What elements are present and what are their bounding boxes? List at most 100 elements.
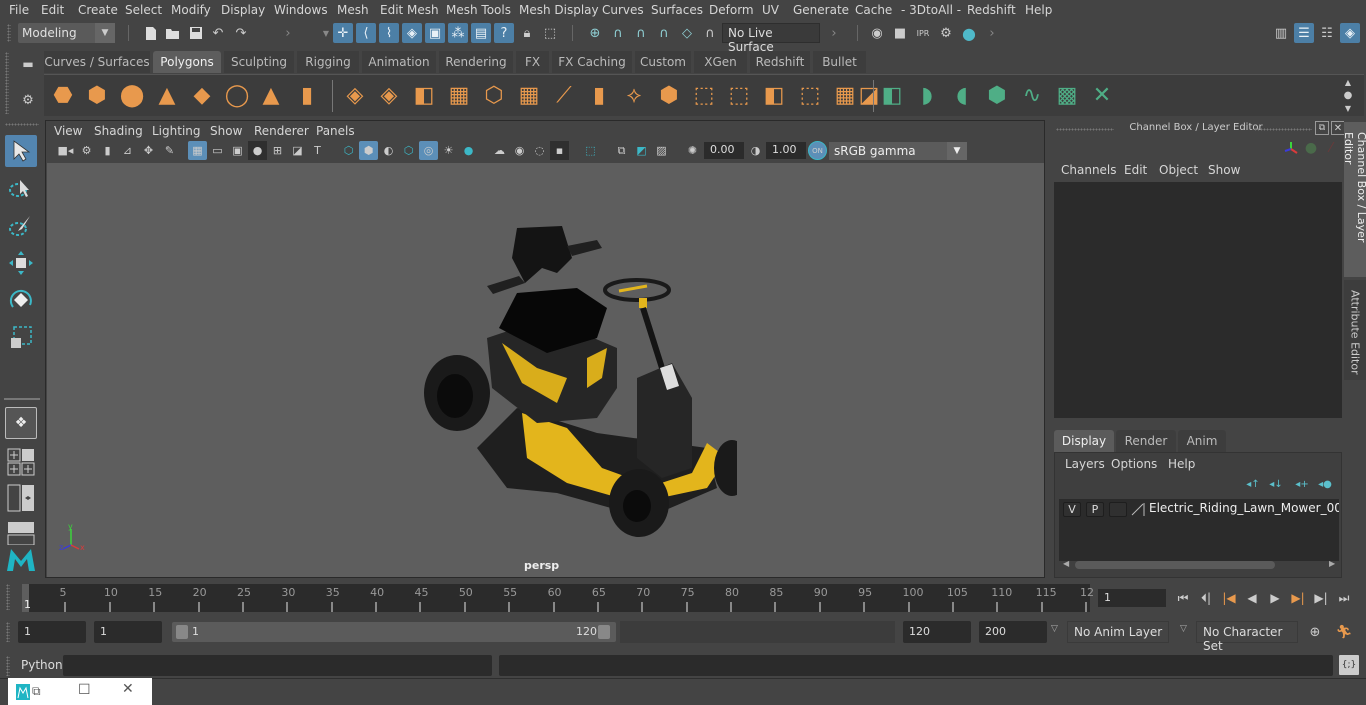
- menu-mesh-tools[interactable]: Mesh Tools: [446, 3, 511, 17]
- make-hole-icon[interactable]: ◧: [759, 80, 789, 110]
- new-scene-icon[interactable]: [141, 23, 161, 43]
- rotate-tool-icon[interactable]: [5, 284, 37, 316]
- range-grip[interactable]: [6, 622, 10, 642]
- go-to-start-icon[interactable]: ⏮: [1173, 588, 1193, 608]
- scroll-right-icon[interactable]: ▶: [1329, 559, 1335, 568]
- shelf-tab-polygons[interactable]: Polygons: [153, 51, 221, 73]
- select-by-hierarchy-icon[interactable]: ✛: [333, 23, 353, 43]
- cylindrical-map-icon[interactable]: ◗: [912, 80, 942, 110]
- playback-start-field[interactable]: 1: [94, 621, 162, 643]
- safe-title-icon[interactable]: T: [308, 141, 327, 160]
- layer-visibility-toggle[interactable]: V: [1063, 502, 1081, 517]
- menu-mesh-display[interactable]: Mesh Display: [519, 3, 599, 17]
- menu-mesh[interactable]: Mesh: [337, 3, 369, 17]
- outliner-persp-layout-icon[interactable]: [5, 482, 37, 514]
- gear-icon[interactable]: ⚙: [18, 90, 38, 110]
- undo-icon[interactable]: ↶: [208, 23, 228, 43]
- single-perspective-layout-icon[interactable]: ❖: [5, 407, 37, 439]
- unfold-icon[interactable]: ∿: [1017, 80, 1047, 110]
- highlight-selection-icon[interactable]: ⬚: [540, 23, 560, 43]
- select-camera-icon[interactable]: ■◂: [56, 141, 75, 160]
- status-line-grip[interactable]: [7, 24, 11, 42]
- panel-grip[interactable]: [1254, 128, 1312, 131]
- auto-key-icon[interactable]: ⊕: [1305, 622, 1325, 642]
- poly-pyramid-icon[interactable]: ▲: [256, 80, 286, 110]
- options-menu[interactable]: Options: [1111, 457, 1157, 471]
- object-menu[interactable]: Object: [1159, 163, 1198, 177]
- planar-map-icon[interactable]: ◧: [877, 80, 907, 110]
- attribute-editor-toggle-icon[interactable]: ☰: [1294, 23, 1314, 43]
- exposure-icon[interactable]: ✺: [683, 141, 702, 160]
- menu-create[interactable]: Create: [78, 3, 118, 17]
- textured-icon[interactable]: ◎: [419, 141, 438, 160]
- live-surface-field[interactable]: No Live Surface: [722, 23, 820, 54]
- speed-icon[interactable]: ●: [1303, 140, 1319, 156]
- color-space-dropdown[interactable]: sRGB gamma ▼: [829, 142, 967, 160]
- poly-plane-icon[interactable]: ◆: [187, 80, 217, 110]
- select-tool-icon[interactable]: [5, 135, 37, 167]
- animation-end-field[interactable]: 200: [979, 621, 1047, 643]
- collapse-arrow-icon[interactable]: ›: [278, 23, 298, 43]
- redo-icon[interactable]: ↷: [231, 23, 251, 43]
- go-to-end-icon[interactable]: ⏭: [1334, 588, 1354, 608]
- layer-playback-toggle[interactable]: P: [1086, 502, 1104, 517]
- make-live-icon[interactable]: ◇: [677, 23, 697, 43]
- range-start-handle[interactable]: [176, 625, 188, 639]
- help-menu[interactable]: Help: [1168, 457, 1195, 471]
- chevron-down-icon[interactable]: ▽: [1180, 624, 1187, 634]
- depth-of-field-icon[interactable]: ▪: [550, 141, 569, 160]
- image-plane-icon[interactable]: ⊿: [118, 141, 137, 160]
- shelf-grip[interactable]: [5, 52, 9, 114]
- viewport-menu-shading[interactable]: Shading: [94, 124, 143, 138]
- menu-windows[interactable]: Windows: [274, 3, 328, 17]
- uv-editor-icon[interactable]: ▩: [1052, 80, 1082, 110]
- restore-window-icon[interactable]: ⧉: [32, 684, 41, 699]
- channels-menu[interactable]: Channels: [1061, 163, 1117, 177]
- lasso-tool-icon[interactable]: [5, 173, 37, 205]
- layer-row[interactable]: V P Electric_Riding_Lawn_Mower_001_lay: [1059, 499, 1339, 519]
- wireframe-icon[interactable]: ⬡: [339, 141, 358, 160]
- side-tab-channel-box[interactable]: Channel Box / Layer Editor: [1342, 122, 1366, 277]
- collapse-arrow-icon[interactable]: ›: [982, 23, 1002, 43]
- layer-color-swatch[interactable]: [1131, 502, 1145, 516]
- range-slider[interactable]: 1 120: [172, 622, 616, 642]
- menu-generate[interactable]: Generate: [793, 3, 849, 17]
- paint-select-tool-icon[interactable]: [5, 210, 37, 242]
- menu-help[interactable]: Help: [1025, 3, 1052, 17]
- maximize-window-icon[interactable]: ☐: [78, 682, 91, 698]
- layer-horizontal-scrollbar[interactable]: ◀ ▶: [1059, 559, 1339, 571]
- move-layer-down-icon[interactable]: ◂↓: [1268, 476, 1284, 492]
- smooth-shade-icon[interactable]: ⬢: [359, 141, 378, 160]
- command-line-grip[interactable]: [6, 656, 10, 676]
- separate-icon[interactable]: ◈: [374, 80, 404, 110]
- channel-list[interactable]: [1054, 182, 1342, 418]
- xray-icon[interactable]: ⬡: [399, 141, 418, 160]
- lawn-mower-model[interactable]: [407, 218, 737, 548]
- menu-uv[interactable]: UV: [762, 3, 779, 17]
- animation-preferences-icon[interactable]: 🏃︎: [1334, 622, 1354, 642]
- select-misc-icon[interactable]: ?: [494, 23, 514, 43]
- layer-name[interactable]: Electric_Riding_Lawn_Mower_001_lay: [1149, 501, 1339, 515]
- screen-space-ao-icon[interactable]: ☁: [490, 141, 509, 160]
- gamma-field[interactable]: 1.00: [766, 142, 806, 159]
- field-chart-icon[interactable]: ⊞: [268, 141, 287, 160]
- new-layer-from-selection-icon[interactable]: ◂●: [1317, 476, 1333, 492]
- command-input[interactable]: [63, 655, 492, 676]
- menu-deform[interactable]: Deform: [709, 3, 754, 17]
- menu-surfaces[interactable]: Surfaces: [651, 3, 703, 17]
- open-scene-icon[interactable]: [163, 23, 183, 43]
- layer-tab-display[interactable]: Display: [1054, 430, 1114, 452]
- bookmark-icon[interactable]: ▮: [98, 141, 117, 160]
- shelf-tab-animation[interactable]: Animation: [362, 51, 436, 73]
- combine-icon[interactable]: ◈: [340, 80, 370, 110]
- menu-set-dropdown[interactable]: Modeling ▼: [18, 23, 115, 43]
- shelf-tab-custom[interactable]: Custom: [635, 51, 691, 73]
- shelf-scroll-up-icon[interactable]: ▲: [1342, 76, 1354, 88]
- step-back-key-icon[interactable]: |◀: [1219, 588, 1239, 608]
- step-back-frame-icon[interactable]: ⏴|: [1196, 588, 1216, 608]
- 2d-pan-zoom-icon[interactable]: ✥: [139, 141, 158, 160]
- bevel-icon[interactable]: ⬡: [479, 80, 509, 110]
- modeling-toolkit-icon[interactable]: ▥: [1271, 23, 1291, 43]
- select-vertex-icon[interactable]: ◈: [402, 23, 422, 43]
- fill-hole-icon[interactable]: ⬚: [689, 80, 719, 110]
